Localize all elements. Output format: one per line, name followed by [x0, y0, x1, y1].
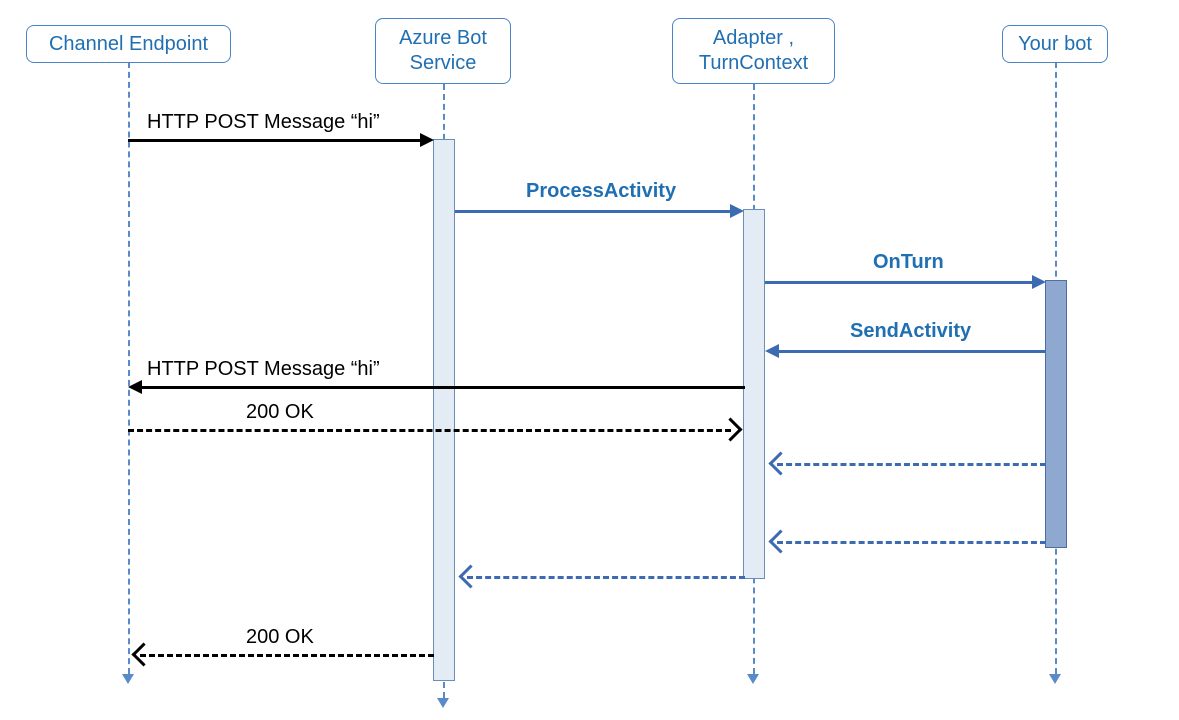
activation-azure	[433, 139, 455, 681]
arrowhead-icon	[730, 204, 744, 218]
msg-label-http-post-hi-2: HTTP POST Message “hi”	[147, 358, 380, 381]
msg-label-http-post-hi-1: HTTP POST Message “hi”	[147, 111, 380, 134]
msg-label-processactivity: ProcessActivity	[526, 180, 676, 203]
lifeline-arrowhead	[747, 674, 759, 684]
lifeline-arrowhead	[122, 674, 134, 684]
open-arrowhead-icon	[131, 642, 155, 666]
msg-arrow	[455, 210, 731, 213]
msg-arrow	[765, 281, 1033, 284]
sequence-diagram: Channel Endpoint Azure Bot Service Adapt…	[0, 0, 1179, 720]
participant-adapter-turncontext: Adapter , TurnContext	[672, 18, 835, 84]
msg-arrow	[778, 350, 1046, 353]
lifeline-arrowhead	[437, 698, 449, 708]
open-arrowhead-icon	[718, 417, 742, 441]
msg-arrow	[141, 386, 745, 389]
open-arrowhead-icon	[458, 564, 482, 588]
msg-label-200-ok-1: 200 OK	[246, 401, 314, 424]
msg-return	[777, 541, 1046, 544]
arrowhead-icon	[420, 133, 434, 147]
participant-channel-endpoint: Channel Endpoint	[26, 25, 231, 63]
activation-adapter	[743, 209, 765, 579]
open-arrowhead-icon	[768, 451, 792, 475]
msg-return	[140, 654, 434, 657]
lifeline-channel	[128, 62, 130, 674]
activation-bot	[1045, 280, 1067, 548]
arrowhead-icon	[765, 344, 779, 358]
participant-your-bot: Your bot	[1002, 25, 1108, 63]
participant-azure-bot-service: Azure Bot Service	[375, 18, 511, 84]
msg-return	[128, 429, 731, 432]
arrowhead-icon	[1032, 275, 1046, 289]
msg-arrow	[128, 139, 421, 142]
open-arrowhead-icon	[768, 529, 792, 553]
arrowhead-icon	[128, 380, 142, 394]
lifeline-arrowhead	[1049, 674, 1061, 684]
msg-label-onturn: OnTurn	[873, 251, 944, 274]
msg-label-sendactivity: SendActivity	[850, 320, 971, 343]
msg-return	[777, 463, 1046, 466]
msg-label-200-ok-2: 200 OK	[246, 626, 314, 649]
msg-return	[467, 576, 745, 579]
